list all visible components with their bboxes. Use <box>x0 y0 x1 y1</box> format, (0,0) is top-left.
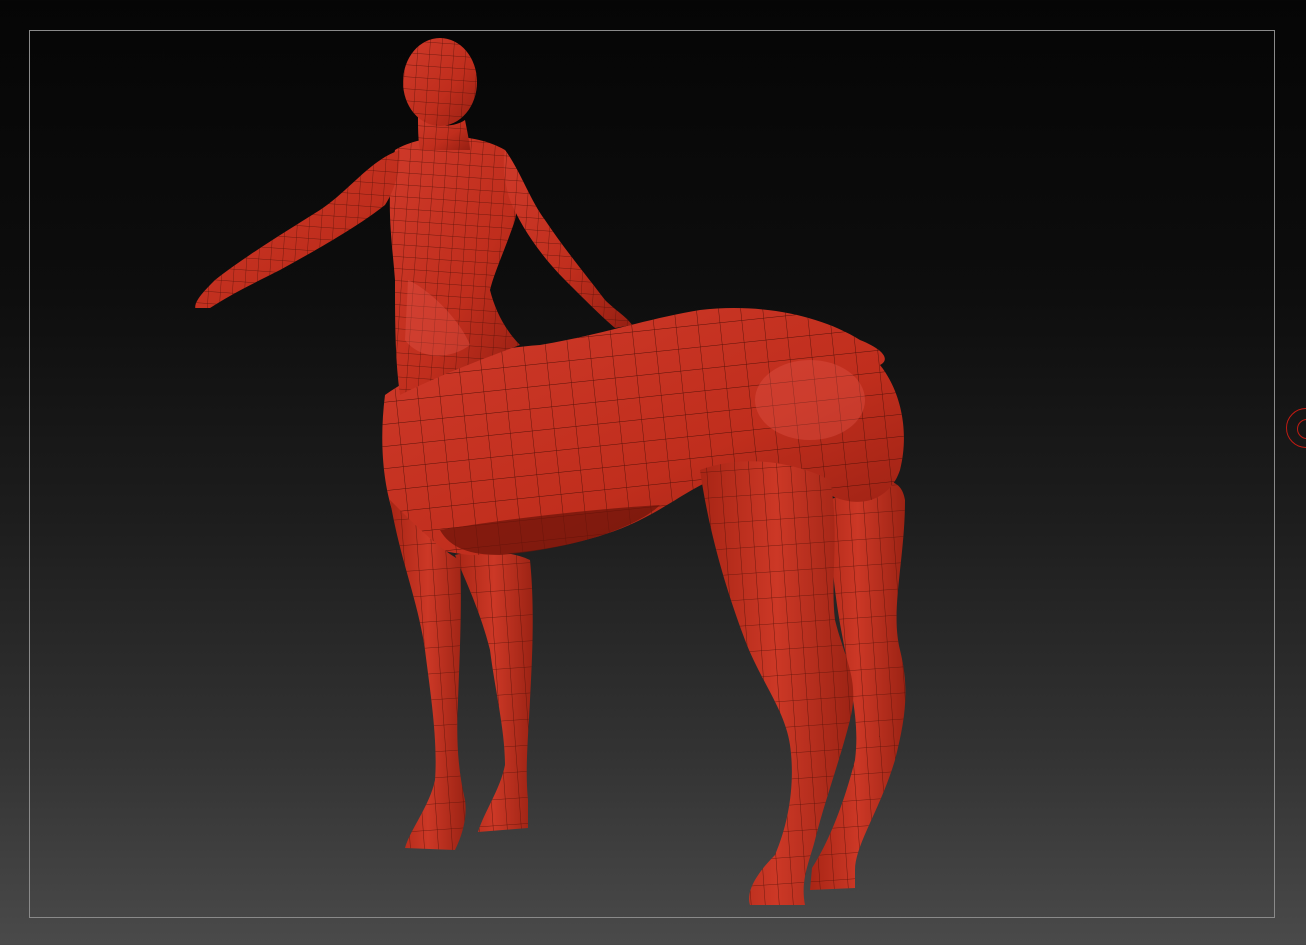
head <box>403 38 477 150</box>
left-arm <box>195 150 400 308</box>
gizmo-center <box>1297 419 1306 439</box>
centaur-model[interactable] <box>0 0 1306 945</box>
right-arm <box>503 150 632 328</box>
far-front-leg <box>455 551 533 832</box>
viewport-3d[interactable] <box>0 0 1306 945</box>
